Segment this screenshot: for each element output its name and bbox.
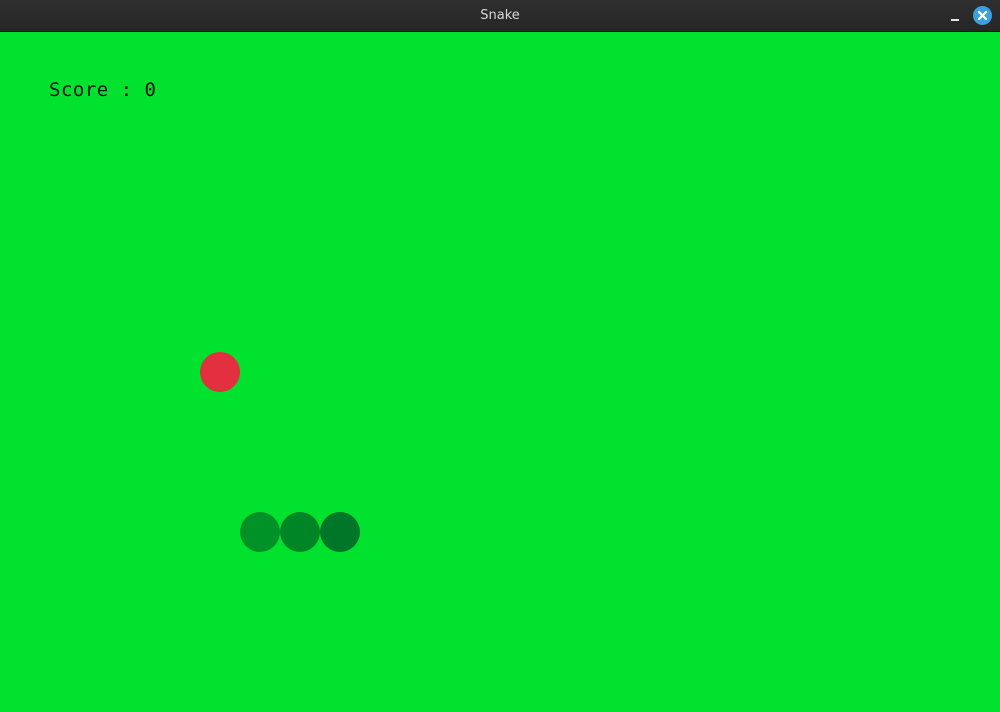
score-display: Score : 0	[49, 79, 157, 101]
close-icon[interactable]	[973, 6, 992, 25]
food-apple	[200, 352, 240, 392]
snake-body-segment	[280, 512, 320, 552]
game-board[interactable]: Score : 0	[0, 32, 1000, 712]
snake-head-segment	[320, 512, 360, 552]
game-window: Snake Score : 0	[0, 0, 1000, 712]
window-title: Snake	[480, 8, 520, 23]
snake-tail-segment	[240, 512, 280, 552]
title-bar[interactable]: Snake	[0, 0, 1000, 32]
minimize-icon[interactable]	[946, 6, 966, 26]
